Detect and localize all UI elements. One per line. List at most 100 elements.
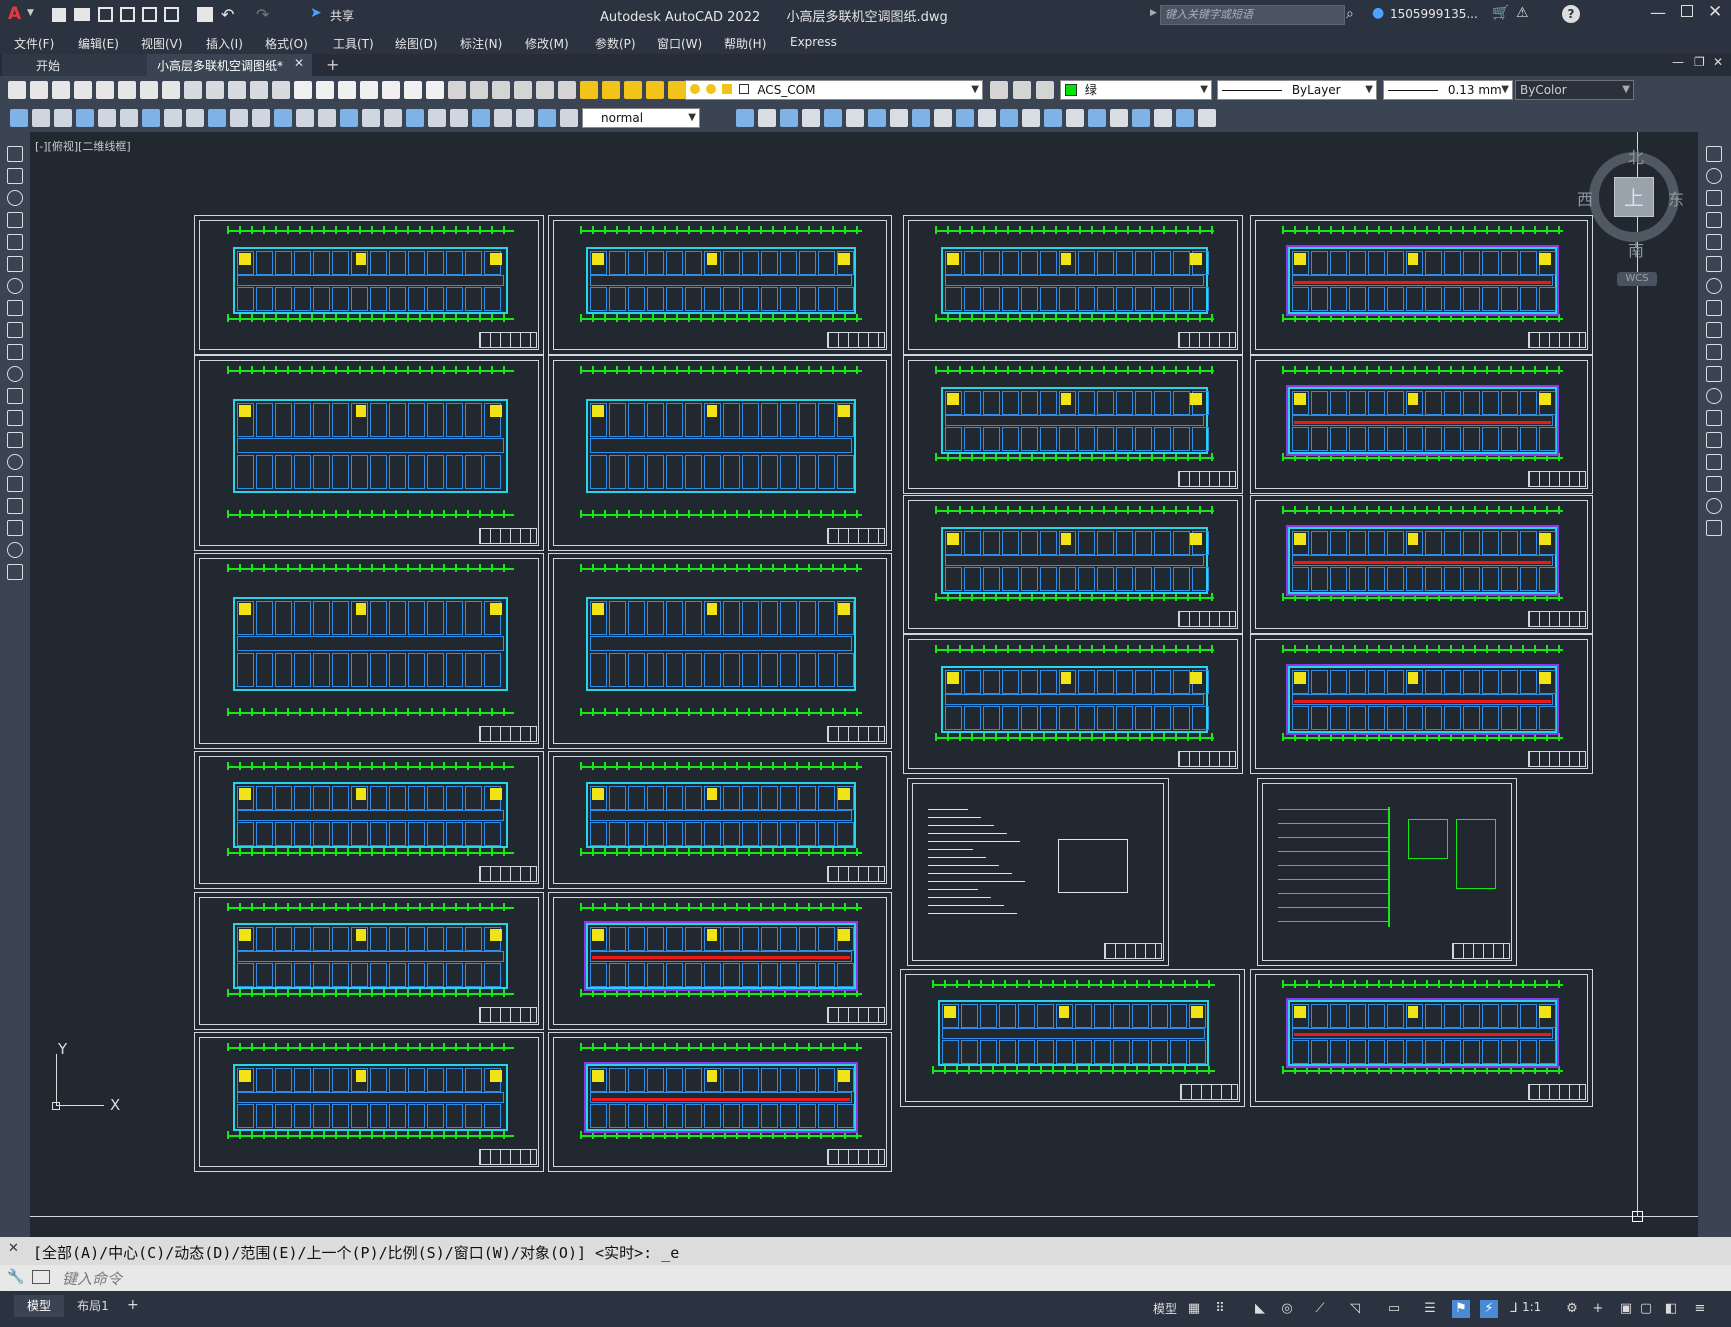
modify-tool-15-icon[interactable] [1066, 109, 1084, 127]
draw-tool-5-icon[interactable] [7, 256, 23, 272]
modify-side-tool-5-icon[interactable] [1706, 256, 1722, 272]
draw-tool-10-icon[interactable] [7, 366, 23, 382]
draw-tool-11-icon[interactable] [7, 388, 23, 404]
standard-tool-28-icon[interactable] [624, 81, 642, 99]
modify-side-tool-15-icon[interactable] [1706, 476, 1722, 492]
modify-tool-21-icon[interactable] [1198, 109, 1216, 127]
modify-tool-1-icon[interactable] [758, 109, 776, 127]
standard-tool-25-icon[interactable] [558, 81, 576, 99]
modify-tool-9-icon[interactable] [934, 109, 952, 127]
standard-tool-9-icon[interactable] [206, 81, 224, 99]
modify-side-tool-14-icon[interactable] [1706, 454, 1722, 470]
status-toggle-14-icon[interactable]: ▢ [1637, 1300, 1655, 1318]
layer-state-icon[interactable] [990, 81, 1008, 99]
user-icon[interactable]: ● [1372, 5, 1384, 21]
dimension-tool-19-icon[interactable] [428, 109, 446, 127]
draw-tool-6-icon[interactable] [7, 278, 23, 294]
dimension-tool-4-icon[interactable] [98, 109, 116, 127]
tab-drawing[interactable]: 小高层多联机空调图纸* ✕ [147, 54, 312, 76]
layer-dropdown[interactable]: ACS_COM ▼ [685, 80, 983, 100]
modify-tool-18-icon[interactable] [1132, 109, 1150, 127]
standard-tool-30-icon[interactable] [668, 81, 686, 99]
standard-tool-5-icon[interactable] [118, 81, 136, 99]
modify-tool-8-icon[interactable] [912, 109, 930, 127]
dimension-tool-17-icon[interactable] [384, 109, 402, 127]
draw-tool-14-icon[interactable] [7, 454, 23, 470]
quick-access-print-icon[interactable] [197, 7, 213, 22]
dimension-tool-8-icon[interactable] [186, 109, 204, 127]
draw-tool-1-icon[interactable] [7, 168, 23, 184]
dimension-tool-9-icon[interactable] [208, 109, 226, 127]
menu-item-11[interactable]: 帮助(H) [724, 35, 766, 52]
modify-side-tool-11-icon[interactable] [1706, 388, 1722, 404]
modify-tool-12-icon[interactable] [1000, 109, 1018, 127]
dimension-tool-0-icon[interactable] [10, 109, 28, 127]
maximize-icon[interactable] [1681, 5, 1693, 17]
standard-tool-8-icon[interactable] [184, 81, 202, 99]
draw-tool-2-icon[interactable] [7, 190, 23, 206]
modify-side-tool-4-icon[interactable] [1706, 234, 1722, 250]
modify-side-tool-13-icon[interactable] [1706, 432, 1722, 448]
draw-tool-13-icon[interactable] [7, 432, 23, 448]
share-button[interactable]: 共享 [330, 7, 354, 24]
draw-tool-15-icon[interactable] [7, 476, 23, 492]
menu-item-3[interactable]: 插入(I) [206, 35, 243, 52]
layout-tab-layout1[interactable]: 布局1 [66, 1295, 120, 1317]
modify-side-tool-1-icon[interactable] [1706, 168, 1722, 184]
status-toggle-12-icon[interactable]: + [1589, 1300, 1607, 1318]
standard-tool-18-icon[interactable] [404, 81, 422, 99]
modify-side-tool-17-icon[interactable] [1706, 520, 1722, 536]
modify-tool-5-icon[interactable] [846, 109, 864, 127]
color-dropdown[interactable]: 绿 ▼ [1060, 80, 1212, 100]
command-recent-icon[interactable] [32, 1270, 50, 1284]
status-toggle-6-icon[interactable]: ▭ [1385, 1300, 1403, 1318]
draw-tool-7-icon[interactable] [7, 300, 23, 316]
dimension-tool-2-icon[interactable] [54, 109, 72, 127]
modify-tool-4-icon[interactable] [824, 109, 842, 127]
modify-side-tool-9-icon[interactable] [1706, 344, 1722, 360]
draw-tool-4-icon[interactable] [7, 234, 23, 250]
modify-side-tool-7-icon[interactable] [1706, 300, 1722, 316]
standard-tool-0-icon[interactable] [8, 81, 26, 99]
command-close-icon[interactable]: ✕ [8, 1241, 19, 1256]
dimension-tool-25-icon[interactable] [560, 109, 578, 127]
status-toggle-10-icon[interactable]: ⅃ [1505, 1300, 1523, 1318]
modify-tool-20-icon[interactable] [1176, 109, 1194, 127]
dimension-tool-10-icon[interactable] [230, 109, 248, 127]
standard-tool-22-icon[interactable] [492, 81, 510, 99]
menu-item-5[interactable]: 工具(T) [333, 35, 374, 52]
status-toggle-0-icon[interactable]: ▦ [1185, 1300, 1203, 1318]
standard-tool-13-icon[interactable] [294, 81, 312, 99]
limit-grip[interactable] [1632, 1211, 1643, 1222]
viewcube-west[interactable]: 西 [1577, 186, 1593, 210]
dimension-tool-24-icon[interactable] [538, 109, 556, 127]
standard-tool-24-icon[interactable] [536, 81, 554, 99]
dimension-tool-16-icon[interactable] [362, 109, 380, 127]
standard-tool-15-icon[interactable] [338, 81, 356, 99]
status-toggle-9-icon[interactable]: ⚡ [1480, 1300, 1498, 1318]
draw-tool-17-icon[interactable] [7, 520, 23, 536]
standard-tool-20-icon[interactable] [448, 81, 466, 99]
tab-close-icon[interactable]: ✕ [294, 56, 304, 70]
minimize-icon[interactable]: — [1650, 3, 1666, 22]
annotation-scale-button[interactable]: 1:1 [1522, 1300, 1541, 1314]
dimension-tool-23-icon[interactable] [516, 109, 534, 127]
new-layout-button[interactable]: + [127, 1297, 139, 1313]
draw-tool-8-icon[interactable] [7, 322, 23, 338]
standard-tool-21-icon[interactable] [470, 81, 488, 99]
standard-tool-14-icon[interactable] [316, 81, 334, 99]
standard-tool-3-icon[interactable] [74, 81, 92, 99]
dimension-tool-12-icon[interactable] [274, 109, 292, 127]
doc-close-icon[interactable]: ✕ [1713, 55, 1723, 69]
wcs-button[interactable]: WCS [1617, 272, 1657, 286]
draw-tool-3-icon[interactable] [7, 212, 23, 228]
viewcube-top-face[interactable]: 上 [1614, 177, 1654, 217]
menu-item-8[interactable]: 修改(M) [525, 35, 569, 52]
modify-tool-7-icon[interactable] [890, 109, 908, 127]
quick-access-new-icon[interactable] [52, 8, 66, 22]
standard-tool-19-icon[interactable] [426, 81, 444, 99]
menu-item-12[interactable]: Express [790, 35, 837, 49]
modify-tool-2-icon[interactable] [780, 109, 798, 127]
modify-tool-3-icon[interactable] [802, 109, 820, 127]
dimension-tool-3-icon[interactable] [76, 109, 94, 127]
